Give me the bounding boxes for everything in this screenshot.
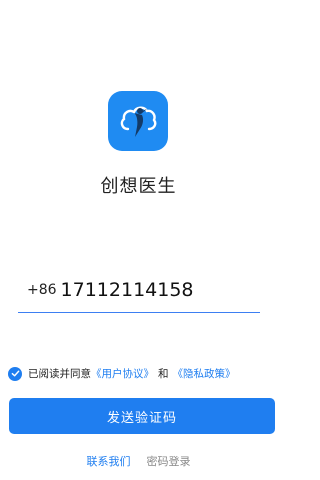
country-code[interactable]: +86	[18, 282, 57, 298]
app-logo	[108, 91, 168, 151]
agreement-checkbox[interactable]	[8, 366, 22, 381]
bird-logo-icon	[120, 106, 157, 137]
user-agreement-link[interactable]: 《用户协议》	[91, 366, 154, 381]
phone-input[interactable]	[60, 279, 304, 301]
contact-us-link[interactable]: 联系我们	[87, 453, 131, 469]
password-login-link[interactable]: 密码登录	[147, 453, 191, 469]
bottom-links: 联系我们 密码登录	[0, 453, 277, 469]
app-name: 创想医生	[100, 176, 177, 197]
check-icon	[11, 370, 19, 377]
agreement-row: 已阅读并同意 《用户协议》 和 《隐私政策》	[8, 366, 236, 381]
privacy-policy-link[interactable]: 《隐私政策》	[173, 366, 236, 381]
phone-input-row: +86	[18, 268, 304, 313]
send-code-button[interactable]: 发送验证码	[9, 398, 275, 434]
agreement-prefix: 已阅读并同意	[28, 368, 91, 380]
agreement-conj: 和	[158, 368, 169, 380]
